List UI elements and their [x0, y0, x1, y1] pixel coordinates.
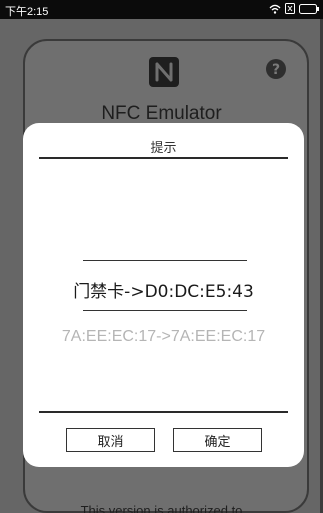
- dialog-title: 提示: [150, 141, 177, 156]
- app-title: NFC Emulator: [101, 103, 222, 124]
- sim-icon: [285, 3, 295, 14]
- dialog-button-divider: [39, 411, 288, 413]
- dialog-title-divider: [39, 157, 288, 159]
- cancel-button[interactable]: 取消: [66, 428, 155, 452]
- message-divider-bottom: [83, 310, 247, 311]
- message-divider-top: [83, 260, 247, 261]
- status-icons: [269, 3, 319, 14]
- footer-text: This version is authorized to: [80, 503, 243, 513]
- wifi-icon: [269, 4, 281, 14]
- ok-button-label: 确定: [204, 434, 231, 450]
- help-icon[interactable]: ?: [265, 58, 287, 80]
- dialog-message: 门禁卡->D0:DC:E5:43: [73, 282, 254, 302]
- dialog: 提示 门禁卡->D0:DC:E5:43 7A:EE:EC:17->7A:EE:E…: [23, 123, 304, 467]
- ok-button[interactable]: 确定: [173, 428, 262, 452]
- dialog-submessage: 7A:EE:EC:17->7A:EE:EC:17: [61, 328, 266, 345]
- nfc-logo-icon: [149, 57, 179, 87]
- status-bar: 下午2:15: [0, 0, 323, 19]
- svg-text:?: ?: [272, 62, 280, 78]
- cancel-button-label: 取消: [97, 434, 124, 450]
- battery-icon: [299, 3, 319, 14]
- status-time: 下午2:15: [5, 6, 49, 18]
